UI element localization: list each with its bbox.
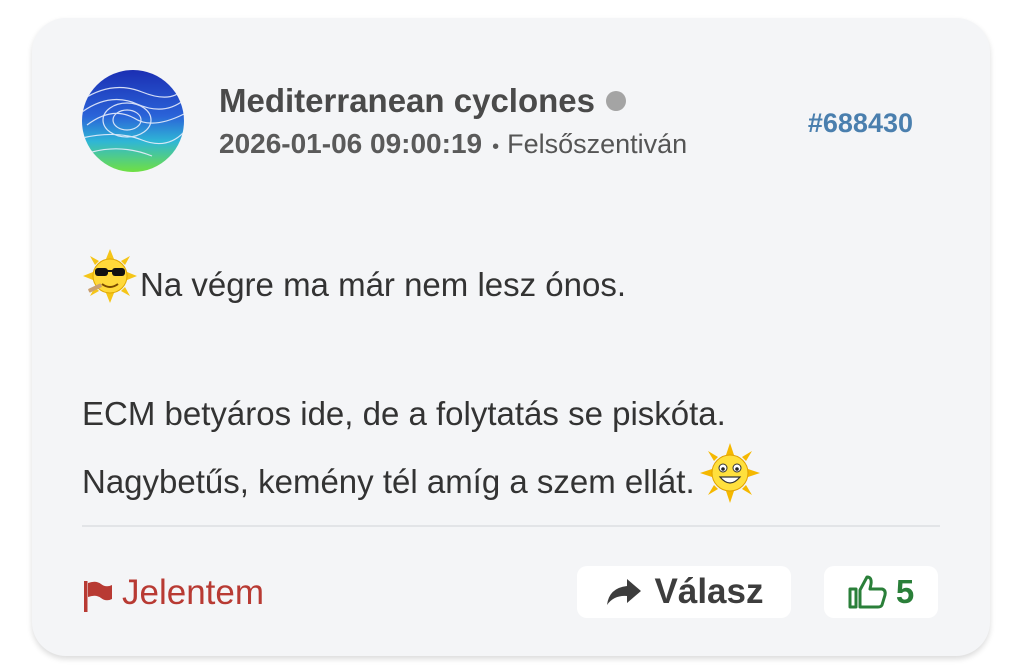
like-button[interactable]: 5 xyxy=(824,566,938,618)
thumbs-up-icon xyxy=(848,575,887,609)
meta-separator: • xyxy=(492,136,500,158)
author-avatar[interactable] xyxy=(82,70,184,172)
author-name-row: Mediterranean cyclones xyxy=(219,82,626,120)
body-line: Na végre ma már nem lesz ónos. xyxy=(82,248,942,321)
report-button[interactable]: Jelentem xyxy=(82,573,264,613)
author-name[interactable]: Mediterranean cyclones xyxy=(219,82,595,120)
post-location: Felsőszentiván xyxy=(507,129,688,159)
reply-label: Válasz xyxy=(654,572,764,611)
divider xyxy=(82,525,940,527)
like-count: 5 xyxy=(895,573,915,610)
reply-arrow-icon xyxy=(606,579,641,605)
flag-icon xyxy=(84,581,112,612)
status-dot-icon xyxy=(606,91,626,111)
post-card: Mediterranean cyclones 2026-01-06 09:00:… xyxy=(32,18,990,656)
report-label: Jelentem xyxy=(122,573,265,612)
body-text-line2: ECM betyáros ide, de a folytatás se pisk… xyxy=(82,395,726,432)
post-id-link[interactable]: #688430 xyxy=(808,108,913,139)
body-line: Nagybetűs, kemény tél amíg a szem ellát. xyxy=(82,442,942,521)
post-body: Na végre ma már nem lesz ónos. ECM betyá… xyxy=(82,248,942,521)
post-timestamp: 2026-01-06 09:00:19 xyxy=(219,128,483,159)
body-text-line3: Nagybetűs, kemény tél amíg a szem ellát. xyxy=(82,463,695,500)
body-text-line1: Na végre ma már nem lesz ónos. xyxy=(140,266,627,303)
reply-button[interactable]: Válasz xyxy=(577,566,791,618)
weather-map-avatar-icon xyxy=(82,70,184,172)
post-meta: 2026-01-06 09:00:19 • Felsőszentiván xyxy=(219,128,687,160)
smiling-sun-emoji-icon xyxy=(699,442,761,521)
cool-sun-emoji-icon xyxy=(82,248,138,321)
body-line: ECM betyáros ide, de a folytatás se pisk… xyxy=(82,385,942,442)
